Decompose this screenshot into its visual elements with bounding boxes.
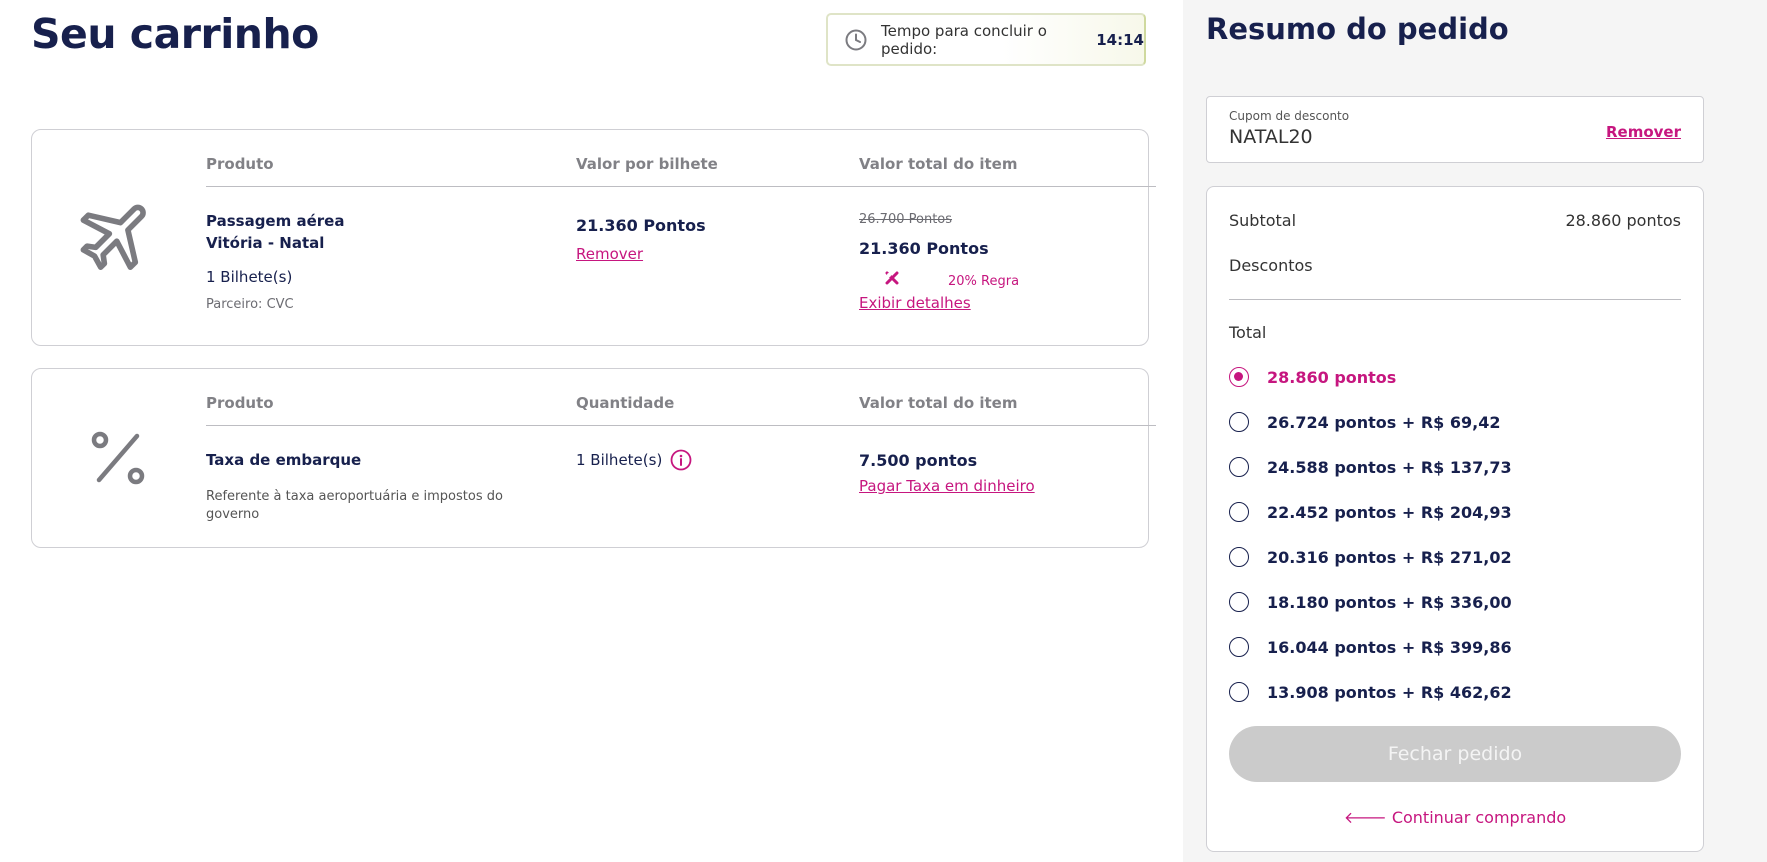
airplane-icon — [76, 193, 160, 281]
unit-price: 21.360 Pontos — [576, 216, 706, 235]
radio-button[interactable] — [1229, 502, 1249, 522]
timer-label: Tempo para concluir o pedido: — [881, 21, 1047, 58]
radio-button[interactable] — [1229, 457, 1249, 477]
page-title: Seu carrinho — [31, 10, 319, 58]
payment-option[interactable]: 24.588 pontos + R$ 137,73 — [1229, 455, 1512, 479]
payment-option-label: 16.044 pontos + R$ 399,86 — [1267, 637, 1512, 657]
header-unit-value: Valor por bilhete — [576, 155, 718, 173]
header-divider — [206, 186, 1156, 187]
radio-button[interactable] — [1229, 547, 1249, 567]
coupon-box: Cupom de desconto NATAL20 Remover — [1206, 96, 1704, 163]
radio-button[interactable] — [1229, 412, 1249, 432]
old-total: 26.700 Pontos — [859, 212, 953, 227]
continue-shopping-label: Continuar comprando — [1391, 808, 1567, 827]
new-total: 21.360 Pontos — [859, 239, 989, 258]
payment-option[interactable]: 28.860 pontos — [1229, 365, 1396, 389]
ticket-quantity: 1 Bilhete(s) — [206, 268, 293, 286]
radio-button[interactable] — [1229, 682, 1249, 702]
percent-icon — [88, 428, 148, 492]
header-total-value: Valor total do item — [859, 394, 1018, 412]
summary-divider — [1229, 299, 1681, 300]
header-quantity: Quantidade — [576, 394, 675, 412]
summary-card: Subtotal 28.860 pontos Descontos Total 2… — [1206, 186, 1704, 852]
discounts-row: Descontos — [1229, 256, 1681, 275]
partner-label: Parceiro: CVC — [206, 297, 294, 312]
cart-item-boarding-tax: Produto Quantidade Valor total do item T… — [31, 368, 1156, 548]
info-icon[interactable] — [670, 449, 692, 475]
total-label: Total — [1229, 323, 1267, 342]
discount-rule: 20% Regra — [948, 274, 1020, 289]
coupon-label: Cupom de desconto — [1229, 109, 1350, 123]
subtotal-value: 28.860 pontos — [1565, 211, 1681, 230]
total-row: Total — [1229, 323, 1681, 342]
percent-tag-icon — [884, 270, 900, 290]
clock-icon — [845, 29, 867, 51]
continue-shopping-link[interactable]: 🡐 Continuar comprando — [1207, 807, 1703, 827]
pay-tax-cash-link[interactable]: Pagar Taxa em dinheiro — [859, 477, 1035, 495]
payment-option-label: 20.316 pontos + R$ 271,02 — [1267, 547, 1512, 567]
coupon-code: NATAL20 — [1229, 126, 1313, 148]
payment-option-label: 22.452 pontos + R$ 204,93 — [1267, 502, 1512, 522]
remove-coupon-link[interactable]: Remover — [1606, 123, 1681, 141]
product-name: Taxa de embarque — [206, 451, 362, 469]
header-divider — [206, 425, 1156, 426]
summary-title: Resumo do pedido — [1206, 12, 1509, 46]
payment-option[interactable]: 20.316 pontos + R$ 271,02 — [1229, 545, 1512, 569]
discounts-label: Descontos — [1229, 256, 1313, 275]
header-product: Produto — [206, 155, 274, 173]
subtotal-row: Subtotal 28.860 pontos — [1229, 211, 1681, 230]
payment-option[interactable]: 16.044 pontos + R$ 399,86 — [1229, 635, 1512, 659]
payment-option-label: 28.860 pontos — [1267, 367, 1397, 387]
payment-option[interactable]: 22.452 pontos + R$ 204,93 — [1229, 500, 1512, 524]
radio-button[interactable] — [1229, 367, 1249, 387]
order-summary-panel: Resumo do pedido Cupom de desconto NATAL… — [1183, 0, 1767, 862]
header-product: Produto — [206, 394, 274, 412]
payment-option-label: 18.180 pontos + R$ 336,00 — [1267, 592, 1512, 612]
subtotal-label: Subtotal — [1229, 211, 1297, 230]
arrow-left-icon: 🡐 — [1343, 808, 1392, 827]
flight-route: Vitória - Natal — [206, 234, 325, 252]
payment-option-label: 13.908 pontos + R$ 462,62 — [1267, 682, 1512, 702]
cart-item-flight: Produto Valor por bilhete Valor total do… — [31, 129, 1156, 346]
payment-option[interactable]: 18.180 pontos + R$ 336,00 — [1229, 590, 1512, 614]
product-name: Passagem aérea — [206, 212, 345, 230]
tax-total: 7.500 pontos — [859, 451, 978, 470]
payment-option-label: 24.588 pontos + R$ 137,73 — [1267, 457, 1512, 477]
header-total-value: Valor total do item — [859, 155, 1018, 173]
remove-item-link[interactable]: Remover — [576, 245, 643, 263]
order-timer: Tempo para concluir o pedido: 14:14 — [826, 13, 1146, 66]
timer-value: 14:14 — [1096, 30, 1144, 49]
close-order-button[interactable]: Fechar pedido — [1229, 726, 1681, 782]
payment-option[interactable]: 13.908 pontos + R$ 462,62 — [1229, 680, 1512, 704]
tax-description: Referente à taxa aeroportuária e imposto… — [206, 489, 503, 522]
radio-button[interactable] — [1229, 592, 1249, 612]
tax-quantity: 1 Bilhete(s) — [576, 451, 663, 469]
payment-option-label: 26.724 pontos + R$ 69,42 — [1267, 412, 1501, 432]
radio-button[interactable] — [1229, 637, 1249, 657]
payment-option[interactable]: 26.724 pontos + R$ 69,42 — [1229, 410, 1501, 434]
show-details-link[interactable]: Exibir detalhes — [859, 294, 971, 312]
